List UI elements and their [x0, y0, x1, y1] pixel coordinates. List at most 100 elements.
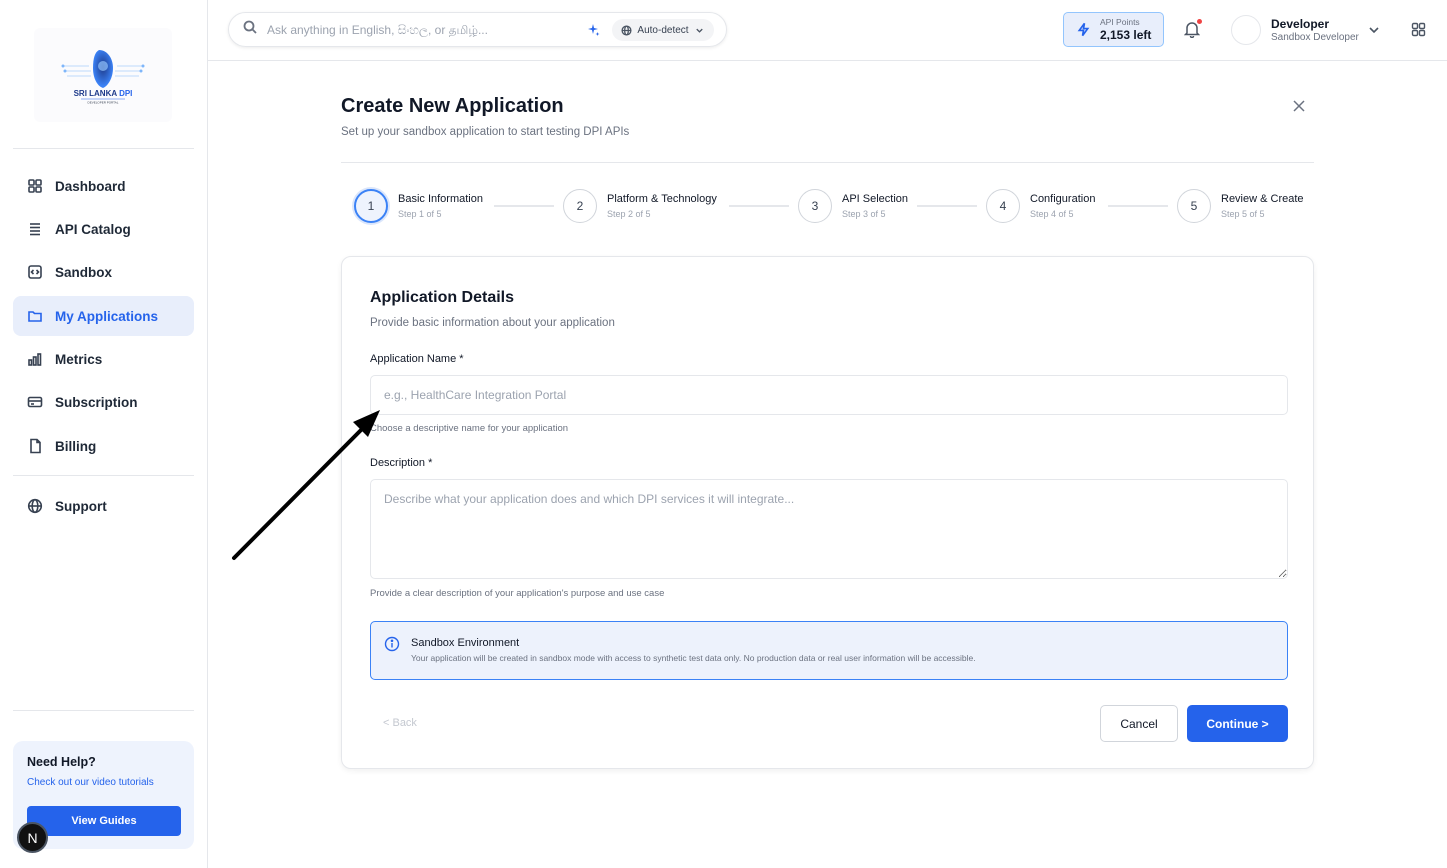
sidebar: SRI LANKA DPI DEVELOPER PORTAL Dashboard… — [0, 0, 208, 868]
step-1[interactable]: 1 Basic Information Step 1 of 5 — [354, 189, 483, 223]
back-button[interactable]: < Back — [383, 717, 417, 729]
file-icon — [27, 438, 43, 454]
sidebar-item-billing[interactable]: Billing — [13, 426, 194, 466]
step-connector — [729, 205, 789, 207]
continue-button[interactable]: Continue > — [1187, 705, 1288, 742]
svg-text:SRI LANKA DPI: SRI LANKA DPI — [74, 89, 133, 98]
view-guides-button[interactable]: View Guides — [27, 806, 181, 836]
sidebar-item-subscription[interactable]: Subscription — [13, 382, 194, 422]
description-hint: Provide a clear description of your appl… — [370, 588, 665, 599]
folder-icon — [27, 308, 43, 324]
step-subtitle: Step 1 of 5 — [398, 209, 442, 219]
step-subtitle: Step 5 of 5 — [1221, 209, 1265, 219]
step-title: API Selection — [842, 193, 909, 205]
sidebar-item-label: My Applications — [55, 308, 159, 324]
sidebar-item-sandbox[interactable]: Sandbox — [13, 252, 194, 292]
page-subtitle: Set up your sandbox application to start… — [341, 126, 630, 138]
sidebar-item-label: API Catalog — [55, 221, 131, 237]
step-subtitle: Step 3 of 5 — [842, 209, 886, 219]
step-title: Basic Information — [398, 193, 483, 205]
api-points-label: API Points — [1100, 17, 1140, 28]
info-icon — [384, 636, 400, 657]
svg-text:DEVELOPER PORTAL: DEVELOPER PORTAL — [88, 101, 119, 105]
sri-lanka-dpi-logo-icon: SRI LANKA DPI DEVELOPER PORTAL — [61, 50, 145, 105]
api-points-value: 2,153 left — [1100, 27, 1152, 42]
search-input[interactable] — [267, 22, 567, 37]
sidebar-item-label: Support — [55, 498, 107, 514]
notification-dot — [1197, 19, 1202, 24]
step-number: 5 — [1177, 189, 1211, 223]
help-title: Need Help? — [27, 755, 96, 769]
notice-title: Sandbox Environment — [411, 637, 520, 649]
chevron-down-icon[interactable] — [1368, 23, 1380, 41]
notifications-button[interactable] — [1183, 19, 1202, 39]
page-title: Create New Application — [341, 95, 564, 117]
sidebar-divider — [13, 475, 194, 476]
user-role: Sandbox Developer — [1271, 32, 1359, 43]
step-number: 3 — [798, 189, 832, 223]
search-bar[interactable]: Auto-detect — [228, 12, 727, 47]
bar-chart-icon — [27, 351, 43, 367]
sparkle-icon[interactable] — [586, 23, 600, 37]
sidebar-item-support[interactable]: Support — [13, 486, 194, 526]
step-subtitle: Step 2 of 5 — [607, 209, 651, 219]
api-points-badge[interactable]: API Points 2,153 left — [1063, 12, 1164, 47]
sidebar-divider — [13, 710, 194, 711]
search-icon — [243, 20, 257, 39]
code-icon — [27, 264, 43, 280]
description-field[interactable] — [370, 479, 1288, 579]
user-name[interactable]: Developer — [1271, 17, 1329, 31]
close-icon[interactable] — [1291, 98, 1307, 114]
step-number: 2 — [563, 189, 597, 223]
apps-grid-icon[interactable] — [1411, 22, 1426, 42]
globe-icon — [27, 498, 43, 514]
sidebar-item-my-applications[interactable]: My Applications — [13, 296, 194, 336]
sidebar-item-dashboard[interactable]: Dashboard — [13, 166, 194, 206]
help-subtitle-link[interactable]: Check out our video tutorials — [27, 777, 180, 788]
step-number: 4 — [986, 189, 1020, 223]
top-header: Auto-detect API Points 2,153 left Develo… — [208, 0, 1447, 61]
sidebar-item-label: Metrics — [55, 351, 103, 367]
language-selector[interactable]: Auto-detect — [612, 19, 714, 41]
step-title: Configuration — [1030, 193, 1096, 205]
n-badge-icon[interactable]: N — [17, 822, 48, 853]
app-name-label: Application Name * — [370, 353, 464, 365]
step-connector — [494, 205, 554, 207]
app-name-hint: Choose a descriptive name for your appli… — [370, 423, 569, 434]
grid-icon — [27, 178, 43, 194]
step-5[interactable]: 5 Review & Create Step 5 of 5 — [1177, 189, 1304, 223]
lightning-icon — [1077, 22, 1090, 37]
step-2[interactable]: 2 Platform & Technology Step 2 of 5 — [563, 189, 717, 223]
step-3[interactable]: 3 API Selection Step 3 of 5 — [798, 189, 908, 223]
sidebar-item-label: Dashboard — [55, 178, 126, 194]
sandbox-notice: Sandbox Environment Your application wil… — [370, 621, 1288, 680]
chevron-down-icon — [695, 28, 703, 33]
header-divider — [341, 162, 1314, 163]
credit-card-icon — [27, 394, 43, 410]
list-icon — [27, 221, 43, 237]
sidebar-item-label: Billing — [55, 438, 97, 454]
language-selector-label: Auto-detect — [637, 24, 689, 36]
sidebar-item-label: Sandbox — [55, 264, 113, 280]
logo[interactable]: SRI LANKA DPI DEVELOPER PORTAL — [34, 28, 172, 122]
step-connector — [917, 205, 977, 207]
notice-body: Your application will be created in sand… — [411, 653, 976, 663]
description-label: Description * — [370, 457, 433, 469]
application-details-card: Application Details Provide basic inform… — [341, 256, 1314, 769]
globe-icon — [621, 24, 632, 36]
step-title: Platform & Technology — [607, 193, 717, 205]
sidebar-item-label: Subscription — [55, 394, 138, 410]
sidebar-divider — [13, 148, 194, 149]
app-name-field[interactable] — [370, 375, 1288, 415]
step-4[interactable]: 4 Configuration Step 4 of 5 — [986, 189, 1095, 223]
avatar[interactable] — [1231, 15, 1261, 45]
step-title: Review & Create — [1221, 193, 1304, 205]
card-title: Application Details — [370, 289, 515, 306]
cancel-button[interactable]: Cancel — [1100, 705, 1178, 742]
card-subtitle: Provide basic information about your app… — [370, 317, 615, 329]
step-number: 1 — [354, 189, 388, 223]
step-subtitle: Step 4 of 5 — [1030, 209, 1074, 219]
sidebar-item-metrics[interactable]: Metrics — [13, 339, 194, 379]
sidebar-item-api-catalog[interactable]: API Catalog — [13, 209, 194, 249]
step-connector — [1108, 205, 1168, 207]
